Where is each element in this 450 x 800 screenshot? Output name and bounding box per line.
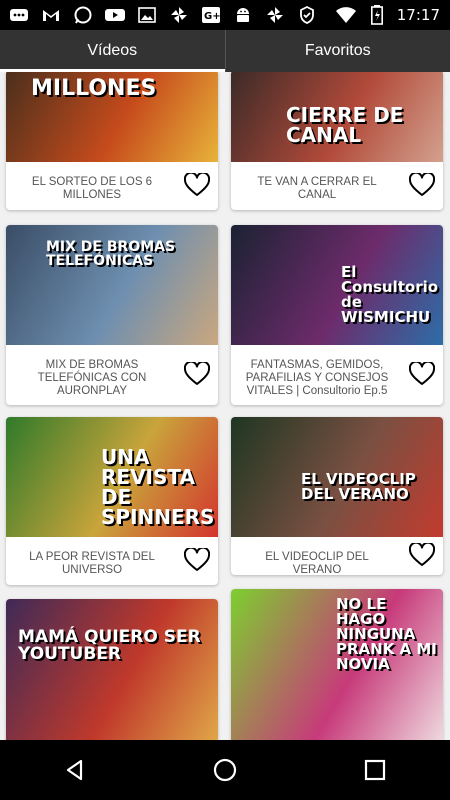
thumbnail-title-text: NO LE HAGO NINGUNA PRANK A MI NOVIA <box>336 595 437 673</box>
favorite-heart-icon[interactable] <box>408 541 436 567</box>
video-card[interactable]: EL VIDEOCLIP DEL VERANO EL VIDEOCLIP DEL … <box>231 417 443 575</box>
video-thumbnail[interactable]: EL VIDEOCLIP DEL VERANO <box>231 417 443 537</box>
video-title: MIX DE BROMAS TELEFÓNICAS CON AURONPLAY <box>37 359 147 398</box>
video-thumbnail[interactable]: MAMÁ QUIERO SER YOUTUBER <box>6 599 218 740</box>
tab-bar: Vídeos Favoritos <box>0 30 450 72</box>
video-card[interactable]: MILLONES EL SORTEO DE LOS 6 MILLONES <box>6 72 218 210</box>
battery-charging-icon <box>366 5 388 25</box>
video-title: EL VIDEOCLIP DEL VERANO <box>265 551 369 575</box>
pinwheel-icon <box>168 6 190 24</box>
video-thumbnail[interactable]: El Consultorio de WISMICHU <box>231 225 443 345</box>
thumbnail-title-text: UNA REVISTA DE SPINNERS <box>101 445 215 529</box>
video-card[interactable]: CIERRE DE CANAL TE VAN A CERRAR EL CANAL <box>231 72 443 210</box>
video-card[interactable]: El Consultorio de WISMICHU FANTASMAS, GEM… <box>231 225 443 405</box>
video-title: LA PEOR REVISTA DEL UNIVERSO <box>29 551 155 577</box>
favorite-heart-icon[interactable] <box>183 171 211 197</box>
thumbnail-title-text: MILLONES <box>31 76 157 101</box>
video-card[interactable]: UNA REVISTA DE SPINNERS LA PEOR REVISTA D… <box>6 417 218 585</box>
tab-videos[interactable]: Vídeos <box>0 30 225 72</box>
video-card[interactable]: MAMÁ QUIERO SER YOUTUBER <box>6 599 218 740</box>
video-card[interactable]: MIX DE BROMAS TELEFÓNICAS MIX DE BROMAS T… <box>6 225 218 405</box>
video-card[interactable]: NO LE HAGO NINGUNA PRANK A MI NOVIA <box>231 589 443 740</box>
favorite-heart-icon[interactable] <box>183 546 211 572</box>
video-title: EL SORTEO DE LOS 6 MILLONES <box>31 176 153 202</box>
favorite-heart-icon[interactable] <box>408 171 436 197</box>
video-title: TE VAN A CERRAR EL CANAL <box>257 176 377 202</box>
recents-icon[interactable] <box>355 750 395 790</box>
android-icon <box>232 6 254 24</box>
youtube-icon <box>104 6 126 24</box>
thumbnail-title-text: MIX DE BROMAS TELEFÓNICAS <box>46 239 176 269</box>
clock: 17:17 <box>396 6 440 24</box>
thumbnail-title-text: MAMÁ QUIERO SER YOUTUBER <box>18 627 201 664</box>
whatsapp-icon <box>72 6 94 24</box>
video-thumbnail[interactable]: MILLONES <box>6 72 218 162</box>
back-icon[interactable] <box>55 750 95 790</box>
pinwheel-icon <box>264 6 286 24</box>
thumbnail-title-text: CIERRE DE CANAL <box>286 103 404 147</box>
messages-icon <box>8 6 30 24</box>
thumbnail-title-text: El Consultorio de WISMICHU <box>341 263 439 326</box>
gmail-icon <box>40 6 62 24</box>
notification-icons: G+ <box>0 6 318 24</box>
status-bar: G+ 17:17 <box>0 0 450 30</box>
favorite-heart-icon[interactable] <box>183 360 211 386</box>
video-thumbnail[interactable]: MIX DE BROMAS TELEFÓNICAS <box>6 225 218 345</box>
tab-favorites[interactable]: Favoritos <box>224 30 450 72</box>
navigation-bar <box>0 740 450 800</box>
gallery-icon <box>136 6 158 24</box>
video-grid[interactable]: MILLONES EL SORTEO DE LOS 6 MILLONES CIERR… <box>0 72 450 740</box>
favorite-heart-icon[interactable] <box>408 360 436 386</box>
video-thumbnail[interactable]: CIERRE DE CANAL <box>231 72 443 162</box>
video-thumbnail[interactable]: NO LE HAGO NINGUNA PRANK A MI NOVIA <box>231 589 443 740</box>
svg-text:G+: G+ <box>204 11 221 22</box>
home-icon[interactable] <box>205 750 245 790</box>
shield-icon <box>296 6 318 24</box>
thumbnail-title-text: EL VIDEOCLIP DEL VERANO <box>301 470 416 503</box>
video-title: FANTASMAS, GEMIDOS, PARAFILIAS Y CONSEJO… <box>245 359 389 398</box>
video-thumbnail[interactable]: UNA REVISTA DE SPINNERS <box>6 417 218 537</box>
google-plus-icon: G+ <box>200 6 222 24</box>
wifi-icon <box>335 6 357 24</box>
